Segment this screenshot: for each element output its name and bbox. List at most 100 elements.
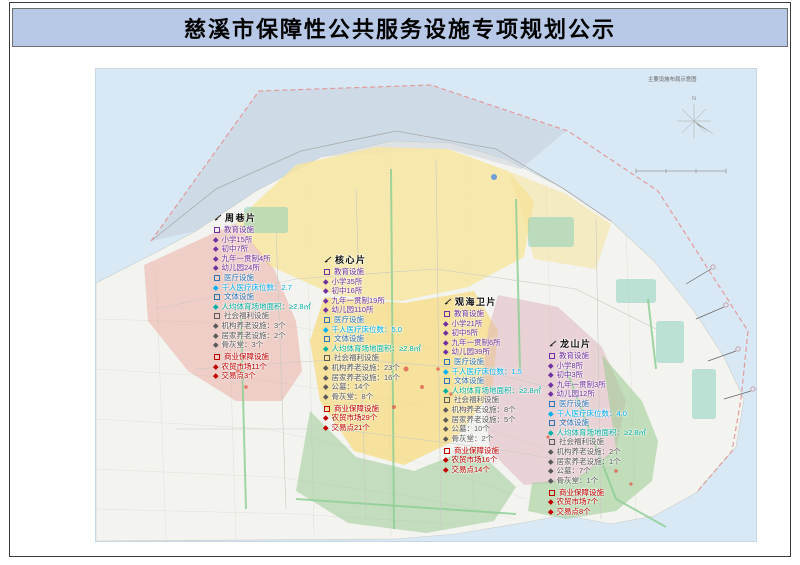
facility-row: 居家养老设施：16个	[324, 373, 421, 383]
facility-row: 千人医疗床位数：2.7	[214, 283, 311, 293]
facility-row: 社会福利设施	[444, 395, 541, 405]
category-bullet-icon	[549, 353, 555, 359]
facility-label: 交易点3个	[222, 371, 256, 381]
category-bullet-icon	[324, 317, 330, 323]
district-block: 观海卫片 教育设施小学21所初中5所九年一贯制6所幼儿园39所医疗设施千人医疗床…	[444, 293, 541, 475]
facility-label: 交易点14个	[452, 465, 490, 475]
facility-row: 小学8所	[549, 361, 646, 371]
facility-row: 居家养老设施：1个	[549, 457, 646, 467]
facility-label: 商业保障设施	[224, 352, 269, 362]
category-bullet-icon	[549, 490, 555, 496]
item-bullet-icon	[213, 304, 218, 309]
category-bullet-icon	[549, 420, 555, 426]
facility-row: 社会福利设施	[549, 437, 646, 447]
district-block: 龙山片 教育设施小学8所初中3所九年一贯制3所幼儿园12所医疗设施千人医疗床位数…	[549, 335, 646, 517]
facility-row: 交易点21个	[324, 423, 421, 433]
category-bullet-icon	[214, 227, 220, 233]
facility-row: 教育设施	[324, 267, 421, 277]
facility-row: 小学21所	[444, 319, 541, 329]
facility-row: 教育设施	[444, 309, 541, 319]
facility-label: 人均体育场地面积：≥2.8㎡	[222, 302, 312, 312]
category-bullet-icon	[214, 354, 220, 360]
category-bullet-icon	[324, 336, 330, 342]
facility-label: 教育设施	[454, 309, 484, 319]
facility-row: 商业保障设施	[444, 446, 541, 456]
facility-row: 骨灰堂：1个	[549, 476, 646, 486]
district-leader-icon	[549, 339, 557, 347]
item-bullet-icon	[213, 247, 218, 252]
facility-label: 交易点21个	[332, 423, 370, 433]
item-bullet-icon	[213, 333, 218, 338]
item-bullet-icon	[548, 430, 553, 435]
category-bullet-icon	[324, 406, 330, 412]
district-facility-list: 教育设施小学21所初中5所九年一贯制6所幼儿园39所医疗设施千人医疗床位数：1.…	[444, 309, 541, 475]
facility-row: 农贸市场11个	[214, 362, 311, 372]
category-bullet-icon	[214, 313, 220, 319]
facility-label: 农贸市场7个	[557, 497, 599, 507]
item-bullet-icon	[548, 478, 553, 483]
facility-row: 幼儿园12所	[549, 389, 646, 399]
item-bullet-icon	[548, 373, 553, 378]
category-bullet-icon	[324, 269, 330, 275]
planning-notice-page: 慈溪市保障性公共服务设施专项规划公示	[0, 0, 800, 565]
facility-label: 千人医疗床位数：2.7	[222, 283, 292, 293]
facility-row: 居家养老设施：2个	[214, 331, 311, 341]
facility-label: 社会福利设施	[454, 395, 499, 405]
facility-label: 骨灰堂：2个	[452, 434, 494, 444]
district-name: 龙山片	[560, 337, 592, 350]
facility-label: 骨灰堂：1个	[557, 476, 599, 486]
facility-label: 文体设施	[224, 292, 254, 302]
facility-row: 文体设施	[444, 376, 541, 386]
category-bullet-icon	[214, 294, 220, 300]
facility-row: 公墓：10个	[444, 424, 541, 434]
facility-row: 人均体育场地面积：≥2.8㎡	[444, 386, 541, 396]
facility-label: 初中3所	[557, 370, 584, 380]
facility-label: 居家养老设施：16个	[332, 373, 400, 383]
item-bullet-icon	[443, 369, 448, 374]
facility-row: 小学35所	[324, 277, 421, 287]
item-bullet-icon	[213, 374, 218, 379]
district-block: 核心片 教育设施小学35所初中16所九年一贯制19所幼儿园110所医疗设施千人医…	[324, 251, 421, 433]
category-bullet-icon	[324, 355, 330, 361]
facility-row: 医疗设施	[549, 399, 646, 409]
facility-label: 九年一贯制6所	[452, 338, 501, 348]
facility-row: 人均体育场地面积：≥2.8㎡	[549, 428, 646, 438]
facility-label: 公墓：7个	[557, 466, 591, 476]
facility-label: 教育设施	[224, 225, 254, 235]
planning-map: N 主要设施布局示意图	[96, 69, 756, 541]
district-name: 核心片	[335, 253, 367, 266]
item-bullet-icon	[323, 384, 328, 389]
facility-row: 幼儿园39所	[444, 347, 541, 357]
item-bullet-icon	[443, 331, 448, 336]
item-bullet-icon	[323, 394, 328, 399]
facility-label: 文体设施	[559, 418, 589, 428]
facility-label: 文体设施	[454, 376, 484, 386]
facility-label: 幼儿园39所	[452, 347, 490, 357]
facility-label: 千人医疗床位数：4.0	[557, 409, 627, 419]
facility-label: 小学21所	[452, 319, 483, 329]
facility-row: 商业保障设施	[549, 488, 646, 498]
facility-row: 人均体育场地面积：≥2.8㎡	[324, 344, 421, 354]
facility-label: 公墓：10个	[452, 424, 490, 434]
facility-row: 农贸市场7个	[549, 497, 646, 507]
facility-row: 文体设施	[324, 334, 421, 344]
facility-row: 医疗设施	[324, 315, 421, 325]
facility-row: 教育设施	[549, 351, 646, 361]
category-bullet-icon	[444, 448, 450, 454]
category-bullet-icon	[549, 439, 555, 445]
item-bullet-icon	[443, 340, 448, 345]
facility-row: 初中3所	[549, 370, 646, 380]
item-bullet-icon	[213, 364, 218, 369]
facility-row: 文体设施	[549, 418, 646, 428]
facility-row: 医疗设施	[214, 273, 311, 283]
facility-row: 幼儿园24所	[214, 263, 311, 273]
facility-label: 农贸市场29个	[332, 413, 378, 423]
item-bullet-icon	[548, 411, 553, 416]
district-facility-list: 教育设施小学8所初中3所九年一贯制3所幼儿园12所医疗设施千人医疗床位数：4.0…	[549, 351, 646, 517]
facility-row: 医疗设施	[444, 357, 541, 367]
facility-row: 农贸市场16个	[444, 455, 541, 465]
item-bullet-icon	[323, 425, 328, 430]
facility-row: 农贸市场29个	[324, 413, 421, 423]
facility-row: 商业保障设施	[214, 352, 311, 362]
facility-label: 骨灰堂：8个	[332, 392, 374, 402]
